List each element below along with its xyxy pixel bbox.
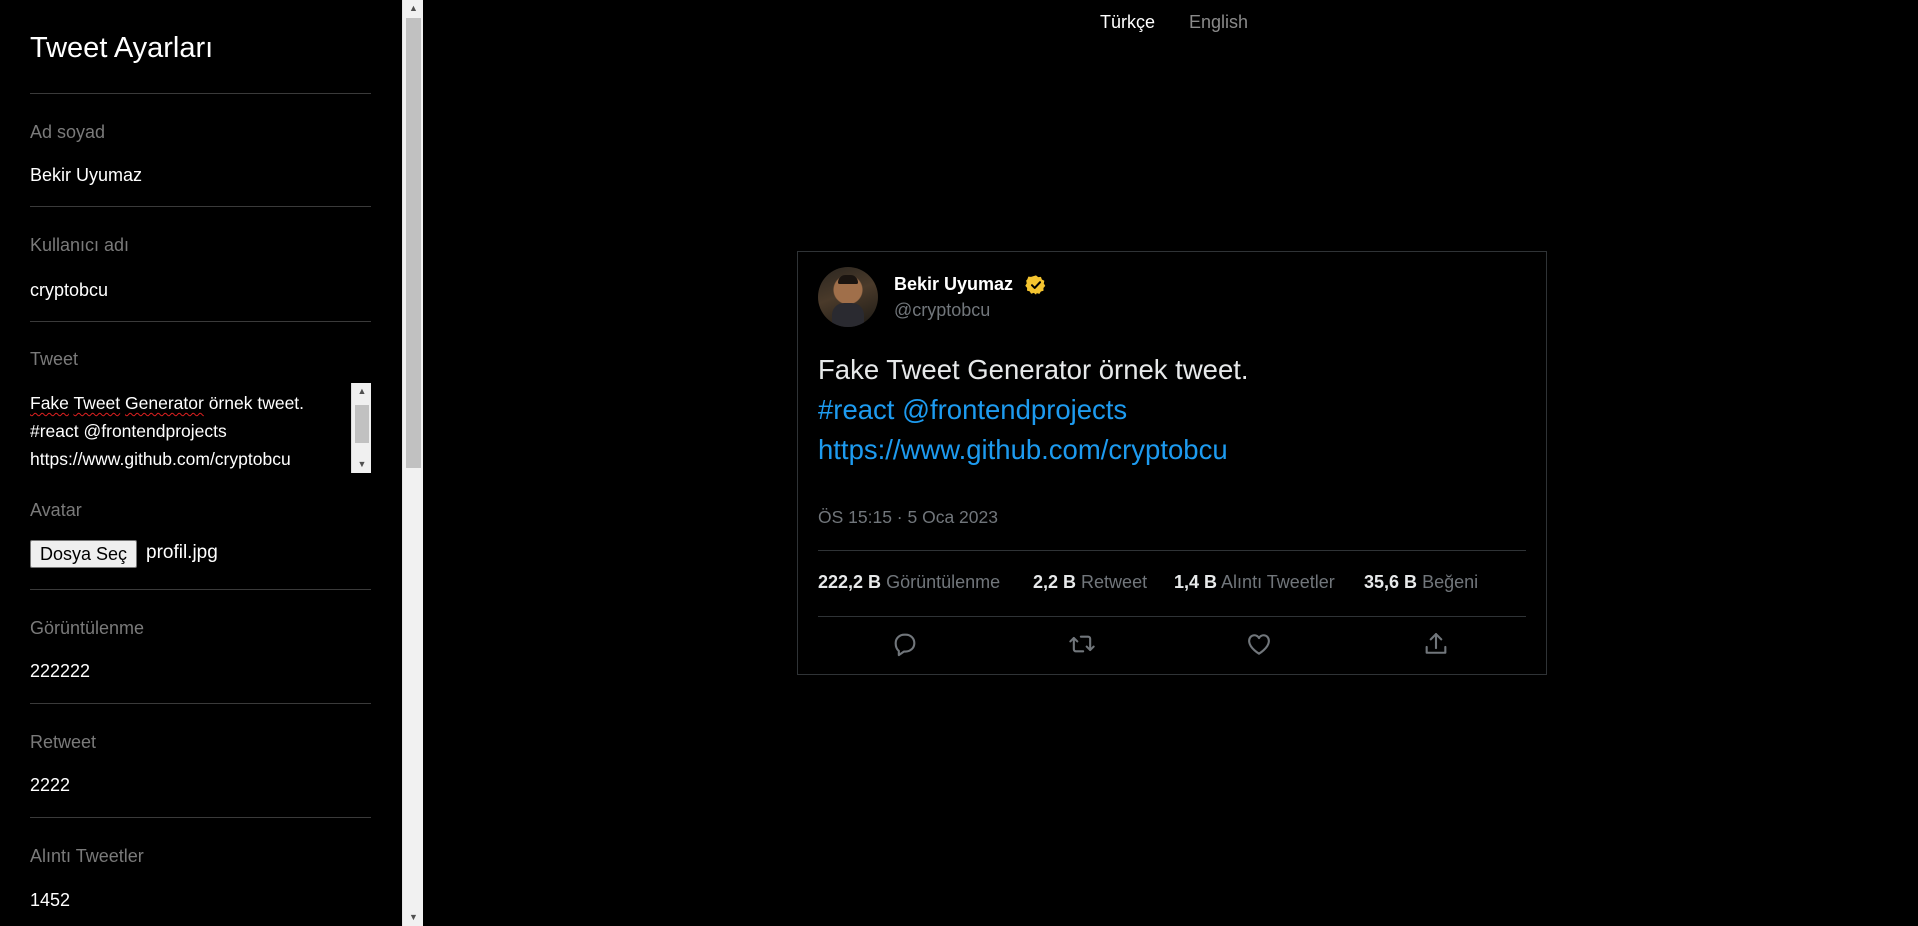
retweets-label: Retweet <box>30 732 97 752</box>
divider <box>30 321 371 322</box>
spell-word: Tweet <box>73 393 121 413</box>
stat-retweets[interactable]: 2,2 B Retweet <box>1033 572 1147 593</box>
tweet-user-handle: @cryptobcu <box>894 300 991 320</box>
language-switch: Türkçe English <box>0 12 1918 36</box>
textarea-scrollbar[interactable]: ▲ ▼ <box>351 383 371 473</box>
divider <box>818 616 1526 617</box>
stat-quotes[interactable]: 1,4 B Alıntı Tweetler <box>1174 572 1335 593</box>
retweet-icon[interactable] <box>1068 630 1096 658</box>
avatar <box>818 267 878 327</box>
divider <box>30 206 371 207</box>
tweet-textarea-line: https://www.github.com/cryptobcu <box>30 449 291 469</box>
username-input[interactable]: cryptobcu <box>30 280 108 301</box>
divider <box>30 93 371 94</box>
scrollbar-thumb[interactable] <box>355 405 369 443</box>
tweet-user-name: Bekir Uyumaz <box>894 274 1014 294</box>
language-english[interactable]: English <box>1189 12 1248 33</box>
stat-views[interactable]: 222,2 B Görüntülenme <box>818 572 1000 593</box>
divider <box>30 817 371 818</box>
scroll-down-icon[interactable]: ▼ <box>352 456 371 473</box>
quotes-input[interactable]: 1452 <box>30 890 70 911</box>
scroll-up-icon[interactable]: ▲ <box>352 383 371 400</box>
stat-retweets-count: 2,2 B <box>1033 572 1077 592</box>
tweet-textarea-line: Fake Tweet Generator örnek tweet. <box>30 383 371 417</box>
name-input[interactable]: Bekir Uyumaz <box>30 165 142 186</box>
stat-quotes-count: 1,4 B <box>1174 572 1218 592</box>
name-label: Ad soyad <box>30 122 106 142</box>
choose-file-button[interactable]: Dosya Seç <box>30 540 138 568</box>
spell-word: Generator <box>125 393 204 413</box>
divider <box>30 589 371 590</box>
tweet-card: Bekir Uyumaz @cryptobcu Fake Tweet Gener… <box>797 251 1547 675</box>
sidebar-title: Tweet Ayarları <box>30 32 214 64</box>
tweet-textarea[interactable]: Fake Tweet Generator örnek tweet. #react… <box>30 383 371 473</box>
like-icon[interactable] <box>1245 630 1273 658</box>
stat-quotes-label: Alıntı Tweetler <box>1221 572 1335 592</box>
tweet-label: Tweet <box>30 349 79 369</box>
tweet-timestamp: ÖS 15:15 · 5 Oca 2023 <box>818 507 998 527</box>
tweet-actions <box>798 630 1548 660</box>
divider <box>30 703 371 704</box>
avatar-hair <box>838 275 858 284</box>
stat-likes[interactable]: 35,6 B Beğeni <box>1364 572 1478 593</box>
tweet-link[interactable]: https://www.github.com/cryptobcu <box>818 430 1518 470</box>
tweet-text-line: Fake Tweet Generator örnek tweet. <box>818 354 1249 385</box>
stat-views-label: Görüntülenme <box>886 572 1001 592</box>
file-name: profil.jpg <box>146 542 218 563</box>
username-label: Kullanıcı adı <box>30 235 130 255</box>
tweet-text-rest: örnek tweet. <box>208 393 305 413</box>
tweet-text: Fake Tweet Generator örnek tweet. #react… <box>818 350 1518 470</box>
spell-word: Fake <box>30 393 69 413</box>
stat-views-count: 222,2 B <box>818 572 882 592</box>
tweet-settings-sidebar: Tweet Ayarları Ad soyad Bekir Uyumaz Kul… <box>0 0 402 926</box>
views-label: Görüntülenme <box>30 618 145 638</box>
page-scrollbar[interactable]: ▲ ▼ <box>402 0 423 926</box>
language-turkish[interactable]: Türkçe <box>1100 12 1155 33</box>
share-icon[interactable] <box>1422 630 1450 658</box>
file-picker: Dosya Seç profil.jpg <box>30 540 371 570</box>
tweet-hashtag-mention[interactable]: #react @frontendprojects <box>818 390 1518 430</box>
stat-retweets-label: Retweet <box>1081 572 1148 592</box>
scrollbar-thumb[interactable] <box>406 18 421 468</box>
verified-badge-icon <box>1025 275 1046 295</box>
avatar-label: Avatar <box>30 500 82 520</box>
retweets-input[interactable]: 2222 <box>30 775 70 796</box>
views-input[interactable]: 222222 <box>30 661 90 682</box>
stat-likes-count: 35,6 B <box>1364 572 1418 592</box>
quotes-label: Alıntı Tweetler <box>30 846 144 866</box>
stat-likes-label: Beğeni <box>1422 572 1479 592</box>
avatar-shirt <box>832 303 864 327</box>
reply-icon[interactable] <box>891 630 919 658</box>
divider <box>818 550 1526 551</box>
scroll-down-icon[interactable]: ▼ <box>403 909 424 926</box>
tweet-textarea-line: #react @frontendprojects <box>30 421 227 441</box>
